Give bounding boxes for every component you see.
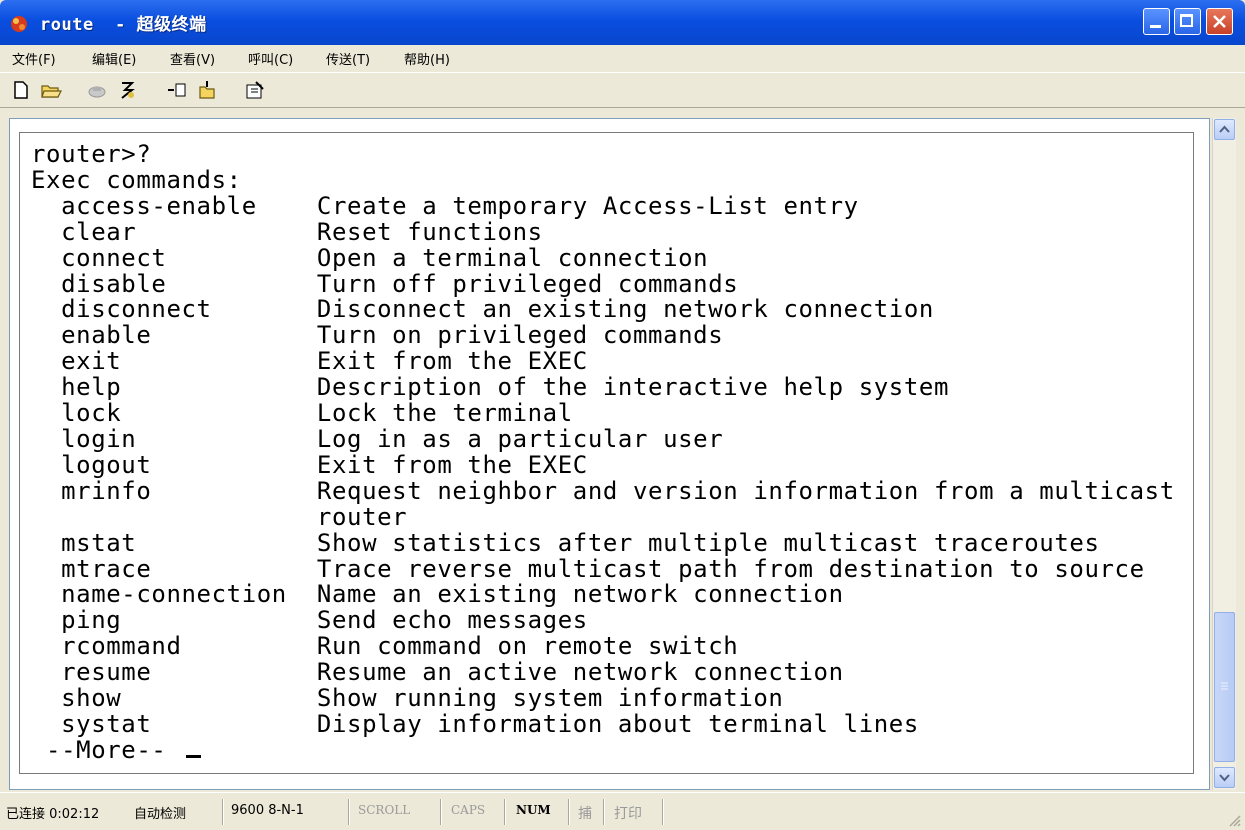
resize-grip-icon[interactable] bbox=[1227, 813, 1241, 827]
status-divider bbox=[504, 799, 505, 825]
status-divider bbox=[662, 799, 663, 825]
terminal-line: login Log in as a particular user bbox=[31, 424, 724, 453]
terminal-line: name-connection Name an existing network… bbox=[31, 580, 844, 609]
terminal-line: clear Reset functions bbox=[31, 217, 543, 246]
port-settings: 9600 8-N-1 bbox=[231, 803, 304, 818]
call-icon[interactable] bbox=[86, 79, 108, 101]
menu-call[interactable]: 呼叫(C) bbox=[248, 49, 293, 68]
chevron-up-icon bbox=[1219, 125, 1230, 133]
close-icon bbox=[1213, 15, 1226, 28]
terminal-line: ping Send echo messages bbox=[31, 606, 588, 635]
minimize-icon bbox=[1150, 25, 1161, 28]
send-icon[interactable] bbox=[166, 79, 188, 101]
capture-indicator: 捕 bbox=[578, 806, 592, 822]
status-divider bbox=[568, 799, 569, 825]
menu-edit[interactable]: 编辑(E) bbox=[92, 49, 136, 68]
vertical-scrollbar[interactable] bbox=[1212, 118, 1236, 790]
terminal-line: mrinfo Request neighbor and version info… bbox=[31, 476, 1175, 505]
chevron-down-icon bbox=[1219, 774, 1230, 782]
status-divider bbox=[348, 799, 349, 825]
receive-icon[interactable] bbox=[196, 79, 218, 101]
close-button[interactable] bbox=[1206, 8, 1233, 35]
terminal-line: logout Exit from the EXEC bbox=[31, 450, 588, 479]
terminal-line: --More-- bbox=[31, 735, 182, 764]
scroll-down-button[interactable] bbox=[1214, 767, 1235, 788]
terminal-line: router bbox=[31, 502, 408, 531]
status-divider bbox=[440, 799, 441, 825]
title-bar[interactable]: route - 超级终端 bbox=[0, 0, 1245, 45]
terminal-line: access-enable Create a temporary Access-… bbox=[31, 191, 859, 220]
terminal-line: Exec commands: bbox=[31, 165, 242, 194]
grip-icon bbox=[1221, 682, 1228, 690]
status-bar: 已连接 0:02:12 自动检测 9600 8-N-1 SCROLL CAPS … bbox=[0, 792, 1245, 830]
scroll-lock-indicator: SCROLL bbox=[358, 803, 411, 817]
num-lock-indicator: NUM bbox=[516, 803, 551, 817]
menu-file[interactable]: 文件(F) bbox=[12, 49, 56, 68]
terminal-line: lock Lock the terminal bbox=[31, 399, 573, 428]
terminal-lines: router>? Exec commands: access-enable Cr… bbox=[31, 140, 1175, 764]
terminal-line: show Show running system information bbox=[31, 684, 784, 713]
toolbar bbox=[0, 72, 1245, 108]
connection-status: 已连接 0:02:12 bbox=[6, 807, 100, 822]
terminal-line: rcommand Run command on remote switch bbox=[31, 632, 739, 661]
terminal-output[interactable]: router>? Exec commands: access-enable Cr… bbox=[31, 140, 1175, 764]
open-icon[interactable] bbox=[40, 79, 62, 101]
auto-detect-status: 自动检测 bbox=[134, 807, 187, 822]
hyperterminal-icon bbox=[11, 16, 27, 32]
status-divider bbox=[603, 799, 604, 825]
terminal-line: exit Exit from the EXEC bbox=[31, 347, 588, 376]
maximize-icon bbox=[1180, 14, 1193, 27]
terminal-line: disconnect Disconnect an existing networ… bbox=[31, 295, 934, 324]
disconnect-icon[interactable] bbox=[116, 79, 138, 101]
terminal-line: disable Turn off privileged commands bbox=[31, 269, 739, 298]
scroll-up-button[interactable] bbox=[1214, 119, 1235, 140]
new-icon[interactable] bbox=[10, 79, 32, 101]
terminal-line: resume Resume an active network connecti… bbox=[31, 658, 844, 687]
terminal-line: connect Open a terminal connection bbox=[31, 243, 709, 272]
status-divider bbox=[222, 799, 223, 825]
text-cursor bbox=[185, 754, 201, 758]
terminal-line: mtrace Trace reverse multicast path from… bbox=[31, 554, 1145, 583]
terminal-line: systat Display information about termina… bbox=[31, 709, 919, 738]
menu-transfer[interactable]: 传送(T) bbox=[326, 49, 370, 68]
caps-lock-indicator: CAPS bbox=[451, 803, 486, 817]
terminal-line: enable Turn on privileged commands bbox=[31, 321, 724, 350]
menu-bar: 文件(F) 编辑(E) 查看(V) 呼叫(C) 传送(T) 帮助(H) bbox=[0, 45, 1245, 70]
minimize-button[interactable] bbox=[1143, 8, 1170, 35]
scroll-thumb[interactable] bbox=[1214, 612, 1235, 762]
terminal-line: help Description of the interactive help… bbox=[31, 373, 950, 402]
maximize-button[interactable] bbox=[1174, 8, 1201, 35]
print-echo-indicator: 打印 bbox=[614, 806, 642, 822]
terminal-line: mstat Show statistics after multiple mul… bbox=[31, 528, 1100, 557]
menu-help[interactable]: 帮助(H) bbox=[404, 49, 450, 68]
properties-icon[interactable] bbox=[244, 79, 266, 101]
terminal-line: router>? bbox=[31, 140, 152, 168]
menu-view[interactable]: 查看(V) bbox=[170, 49, 215, 68]
window-title: route - 超级终端 bbox=[40, 15, 207, 35]
